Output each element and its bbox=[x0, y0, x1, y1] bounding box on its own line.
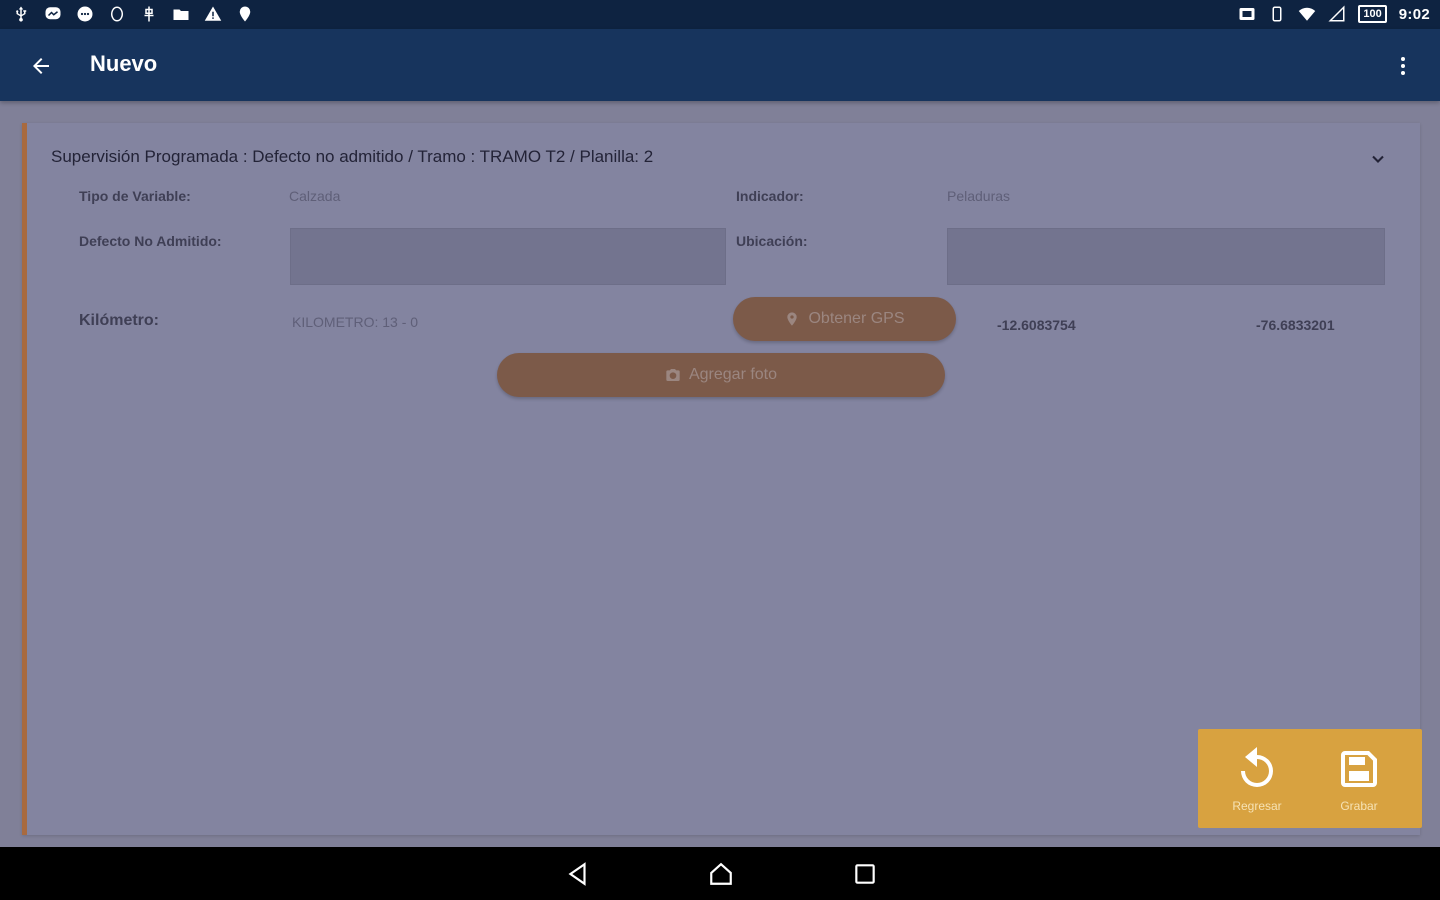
collapse-button[interactable] bbox=[1366, 147, 1390, 171]
regresar-button[interactable]: Regresar bbox=[1206, 729, 1308, 828]
nav-home-button[interactable] bbox=[706, 859, 736, 889]
kilometro-label: Kilómetro: bbox=[79, 312, 159, 329]
regresar-label: Regresar bbox=[1232, 799, 1282, 813]
undo-icon bbox=[1241, 747, 1273, 787]
ubicacion-field[interactable] bbox=[947, 228, 1385, 285]
agregar-foto-button[interactable]: Agregar foto bbox=[497, 353, 945, 397]
battery-icon: 100 bbox=[1358, 5, 1387, 23]
arrow-left-icon bbox=[33, 58, 49, 74]
latitude-value: -12.6083754 bbox=[997, 317, 1076, 333]
grabar-button[interactable]: Grabar bbox=[1308, 729, 1410, 828]
navigation-bar bbox=[0, 847, 1440, 900]
page-title: Nuevo bbox=[90, 51, 158, 76]
messenger-icon bbox=[44, 4, 62, 24]
action-panel: Regresar Grabar bbox=[1198, 729, 1422, 828]
agregar-foto-label: Agregar foto bbox=[688, 366, 778, 383]
back-button[interactable] bbox=[24, 49, 58, 83]
square-recents-icon bbox=[855, 864, 875, 884]
chat-icon bbox=[76, 4, 94, 24]
vibrate-icon bbox=[1268, 4, 1286, 24]
grabar-label: Grabar bbox=[1340, 799, 1378, 813]
folder-icon bbox=[172, 4, 190, 24]
camera-icon bbox=[666, 369, 680, 381]
kilometro-value: KILOMETRO: 13 - 0 bbox=[292, 314, 419, 330]
status-time: 9:02 bbox=[1398, 5, 1430, 23]
defecto-field[interactable] bbox=[290, 228, 726, 285]
location-pin-icon bbox=[236, 4, 254, 24]
indicador-label: Indicador: bbox=[736, 188, 804, 204]
overflow-menu-button[interactable] bbox=[1388, 49, 1418, 83]
wifi-icon bbox=[1298, 4, 1316, 24]
status-bar: 100 9:02 bbox=[0, 0, 1440, 29]
triangle-back-icon bbox=[568, 862, 586, 886]
longitude-value: -76.6833201 bbox=[1256, 317, 1335, 333]
tipo-variable-label: Tipo de Variable: bbox=[79, 188, 191, 204]
more-vertical-icon bbox=[1401, 57, 1405, 75]
usb-icon bbox=[12, 4, 30, 24]
chevron-down-icon bbox=[1372, 155, 1384, 163]
nav-recents-button[interactable] bbox=[850, 859, 880, 889]
usb-debug-icon bbox=[140, 4, 158, 24]
save-icon bbox=[1341, 751, 1377, 787]
cast-icon bbox=[1238, 4, 1256, 24]
defecto-label: Defecto No Admitido: bbox=[79, 233, 222, 249]
warning-icon bbox=[204, 4, 222, 24]
indicador-value: Peladuras bbox=[947, 188, 1011, 204]
app-bar: Nuevo bbox=[0, 29, 1440, 101]
obtener-gps-button[interactable]: Obtener GPS bbox=[733, 297, 956, 341]
home-icon bbox=[710, 862, 732, 885]
signal-icon bbox=[1328, 4, 1346, 24]
clock-icon bbox=[108, 4, 126, 24]
nav-back-button[interactable] bbox=[563, 859, 593, 889]
obtener-gps-label: Obtener GPS bbox=[808, 310, 905, 327]
location-pin-icon bbox=[787, 312, 798, 326]
tipo-variable-value: Calzada bbox=[289, 188, 341, 204]
card-header: Supervisión Programada : Defecto no admi… bbox=[51, 147, 654, 166]
ubicacion-label: Ubicación: bbox=[736, 233, 808, 249]
